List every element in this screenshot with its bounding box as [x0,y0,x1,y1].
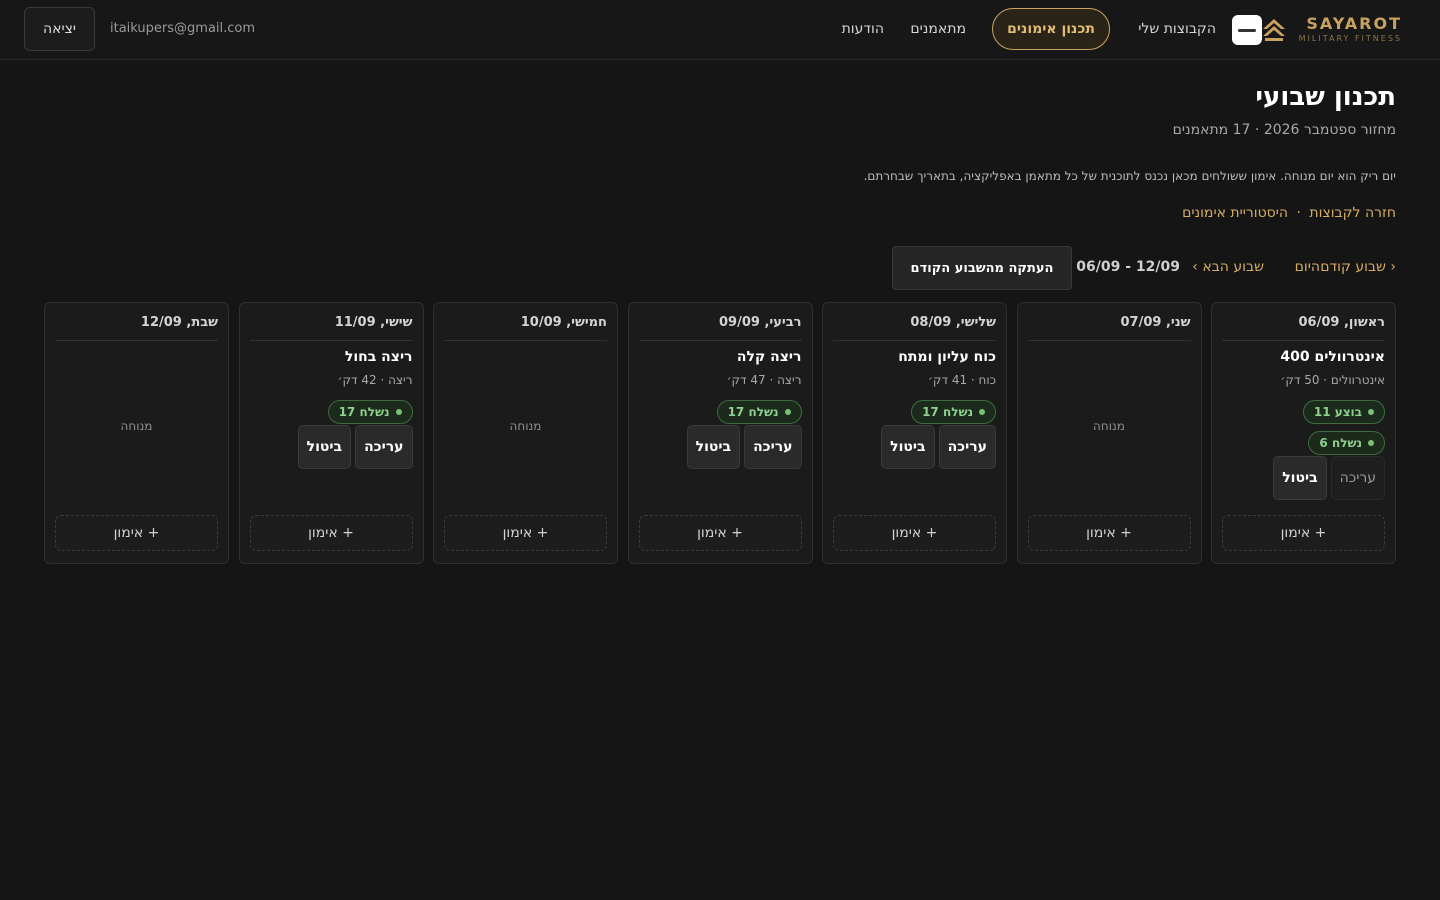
copy-previous-week-button[interactable]: העתקה מהשבוע הקודם [892,246,1072,290]
brand-name: SAYAROT [1306,14,1402,33]
top-bar: SAYAROT MILITARY FITNESS הקבוצות שלי תכנ… [0,0,1440,60]
add-workout-button[interactable]: + אימון [833,515,996,551]
chevron-logo-icon [1262,19,1285,41]
day-header: חמישי, 10/09 [444,313,607,341]
user-email: itaikupers@gmail.com [110,21,256,36]
workout-meta: כוח · 41 דק׳ [927,373,996,387]
cancel-workout-button[interactable]: ביטול [686,425,741,469]
badge-label: נשלח 17 [338,405,390,419]
cancel-workout-button[interactable]: ביטול [297,425,352,469]
nav-my-groups[interactable]: הקבוצות שלי [1138,18,1216,40]
badge-label: נשלח 6 [1319,436,1362,450]
day-card-friday: שישי, 11/09 ריצה בחול ריצה · 42 דק׳ נשלח… [238,302,424,564]
workout-meta: ריצה · 47 דק׳ [726,373,802,387]
today-link[interactable]: היום [1295,258,1320,276]
status-badge-done: בוצע 11 [1302,400,1385,424]
status-dot-icon [979,409,985,415]
page-links: חזרה לקבוצות · היסטוריית אימונים [1182,205,1396,221]
status-badge-sent: נשלח 17 [327,400,413,424]
back-to-groups-link[interactable]: חזרה לקבוצות [1309,205,1396,221]
nav-training-plan[interactable]: תכנון אימונים [992,8,1110,50]
links-separator: · [1296,205,1301,221]
add-workout-button[interactable]: + אימון [1222,515,1385,551]
day-header: שלישי, 08/09 [833,313,996,341]
edit-workout-button[interactable]: עריכה [938,425,996,469]
organization-logo [1232,15,1262,45]
rest-day-label: מנוחה [509,419,542,433]
badge-label: נשלח 17 [922,405,973,419]
next-week-link[interactable]: שבוע הבא › [1192,258,1264,276]
add-workout-button[interactable]: + אימון [1027,515,1191,551]
add-workout-button[interactable]: + אימון [444,515,607,551]
add-workout-button[interactable]: + אימון [638,515,802,551]
day-card-monday: שני, 07/09 מנוחה + אימון [1016,302,1202,564]
page-subtitle: מחזור ספטמבר 2026 · 17 מתאמנים [1172,122,1396,138]
workout-title[interactable]: ריצה בחול [345,347,413,367]
day-header: שבת, 12/09 [55,313,218,341]
workout-meta: אינטרוולים · 50 דק׳ [1280,373,1385,387]
workout-title[interactable]: ריצה קלה [737,347,802,367]
edit-workout-button[interactable]: עריכה [744,425,802,469]
brand-text: SAYAROT MILITARY FITNESS [1299,15,1402,45]
badge-label: בוצע 11 [1313,405,1362,419]
workout-actions: עריכה ביטול [686,425,802,469]
workout-title[interactable]: כוח עליון ומתח [898,347,996,367]
status-badge-sent: נשלח 6 [1308,431,1385,455]
edit-workout-button[interactable]: עריכה [1330,456,1385,500]
day-card-saturday: שבת, 12/09 מנוחה + אימון [44,302,229,564]
status-dot-icon [784,409,791,415]
workout-title[interactable]: אינטרוולים 400 [1280,347,1385,367]
logout-button[interactable]: יציאה [24,7,95,51]
day-card-wednesday: רביעי, 09/09 ריצה קלה ריצה · 47 דק׳ נשלח… [627,302,813,564]
week-range: 06/09 - 12/09 [1076,259,1180,275]
status-dot-icon [1368,440,1374,446]
add-workout-button[interactable]: + אימון [249,515,413,551]
day-header: ראשון, 06/09 [1222,313,1385,341]
previous-week-link[interactable]: ‹ שבוע קודם [1320,258,1396,276]
day-card-sunday: ראשון, 06/09 אינטרוולים 400 אינטרוולים ·… [1211,302,1396,564]
status-dot-icon [395,409,402,415]
training-history-link[interactable]: היסטוריית אימונים [1182,205,1288,221]
status-badge-sent: נשלח 17 [911,400,996,424]
day-card-thursday: חמישי, 10/09 מנוחה + אימון [433,302,618,564]
brand-subtitle: MILITARY FITNESS [1298,34,1402,43]
nav-trainees[interactable]: מתאמנים [910,18,966,40]
day-card-tuesday: שלישי, 08/09 כוח עליון ומתח כוח · 41 דק׳… [822,302,1007,564]
week-grid: ראשון, 06/09 אינטרוולים 400 אינטרוולים ·… [44,302,1396,564]
workout-meta: ריצה · 42 דק׳ [337,373,413,387]
badge-label: נשלח 17 [727,405,779,419]
page-title: תכנון שבועי [1255,82,1396,112]
edit-workout-button[interactable]: עריכה [355,425,413,469]
brand[interactable]: SAYAROT MILITARY FITNESS [1261,12,1402,48]
day-header: שני, 07/09 [1027,313,1191,341]
day-header: שישי, 11/09 [249,313,413,341]
info-text: יום ריק הוא יום מנוחה. אימון ששולחים מכא… [863,169,1396,183]
rest-day-label: מנוחה [1093,419,1125,433]
workout-actions: עריכה ביטול [297,425,413,469]
rest-day-label: מנוחה [120,419,153,433]
cancel-workout-button[interactable]: ביטול [1273,456,1327,500]
workout-actions: עריכה ביטול [881,425,996,469]
nav-messages[interactable]: הודעות [842,18,884,40]
add-workout-button[interactable]: + אימון [55,515,218,551]
day-header: רביעי, 09/09 [638,313,802,341]
status-dot-icon [1368,409,1374,415]
workout-actions: עריכה ביטול [1273,456,1385,500]
status-badge-sent: נשלח 17 [716,400,802,424]
cancel-workout-button[interactable]: ביטול [881,425,935,469]
